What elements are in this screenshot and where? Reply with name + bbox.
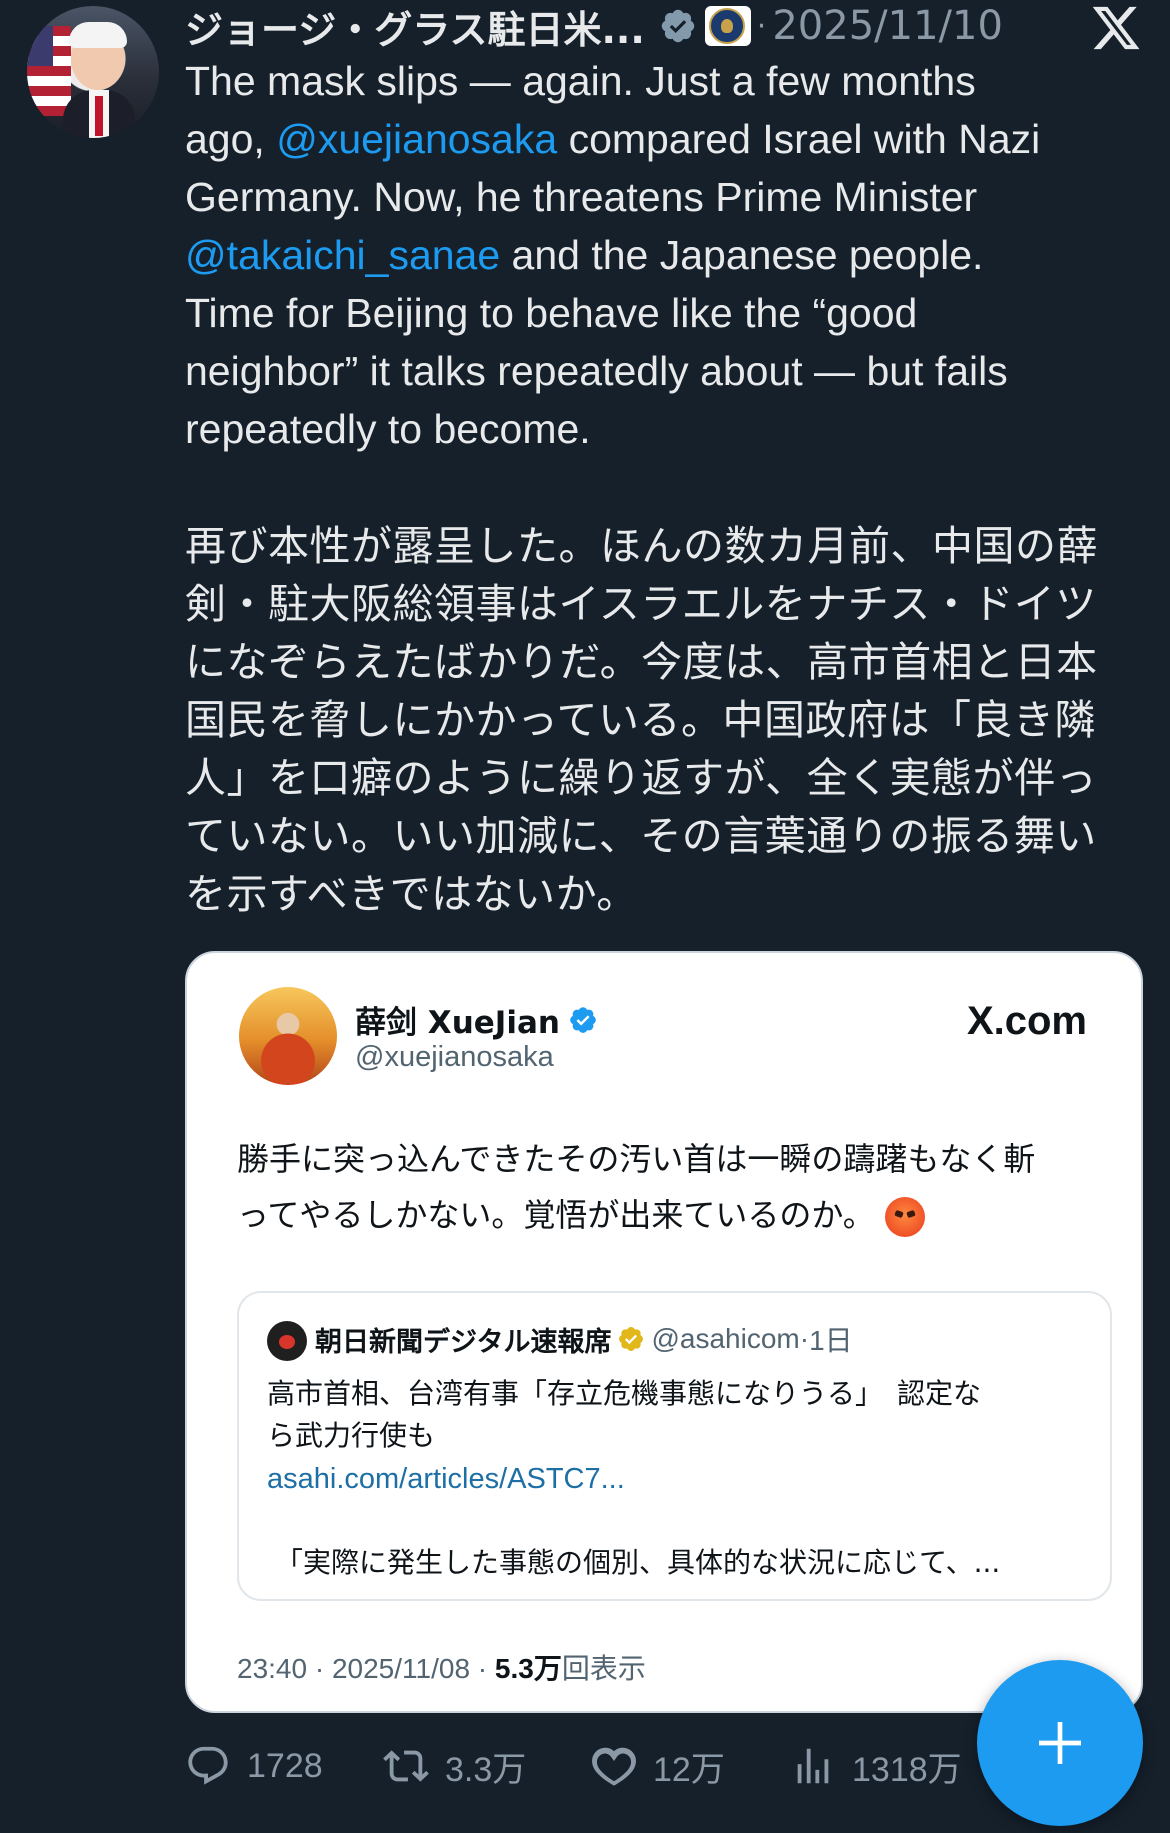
tweet-text-japanese: 再び本性が露呈した。ほんの数カ月前、中国の薛 剣・駐大阪総領事はイスラエルをナチ… <box>185 522 1098 918</box>
state-department-seal-icon <box>704 6 751 46</box>
embedded-meta-date: 2025/11/08 <box>331 1653 471 1684</box>
author-avatar[interactable] <box>27 6 159 138</box>
header-separator: · <box>756 8 767 44</box>
view-count: 1318万 <box>852 1750 962 1789</box>
repost-icon <box>383 1750 429 1782</box>
quoted-separator: · <box>799 1323 810 1354</box>
quoted-article-link: asahi.com/articles/ASTC7... <box>267 1463 625 1495</box>
like-count: 12万 <box>653 1750 725 1789</box>
embedded-image-card[interactable]: 薛剑 XueJian @xuejianosaka X.com 勝手に突っ込んでき… <box>185 951 1143 1713</box>
mention-takaichi-sanae[interactable]: @takaichi_sanae <box>185 232 500 278</box>
compose-plus-icon <box>1039 1722 1081 1764</box>
embedded-author-avatar <box>239 987 337 1085</box>
blue-verified-badge-icon <box>570 1006 596 1033</box>
xcom-logo: X.com <box>966 999 1087 1043</box>
tweet-date[interactable]: 2025/11/10 <box>772 3 1003 49</box>
author-name[interactable]: ジョージ・グラス駐日米... <box>185 0 645 54</box>
embedded-meta-time: 23:40 <box>237 1653 308 1684</box>
quoted-author-name: 朝日新聞デジタル速報席 <box>315 1326 612 1358</box>
quoted-author-handle: @asahicom <box>651 1323 800 1354</box>
repost-count: 3.3万 <box>445 1750 527 1789</box>
compose-button[interactable] <box>977 1660 1143 1826</box>
tweet-text-english: The mask slips — again. Just a few month… <box>185 52 1145 458</box>
x-logo-icon[interactable] <box>1090 2 1142 54</box>
embedded-meta-views-count: 5.3万 <box>494 1653 562 1684</box>
reply-button[interactable]: 1728 <box>185 1738 323 1794</box>
embedded-author-name-row: 薛剑 XueJian <box>355 997 598 1042</box>
embedded-author-name: 薛剑 XueJian <box>355 1005 560 1041</box>
embedded-tweet-meta: 23:40 · 2025/11/08 · 5.3万回表示 <box>237 1653 646 1684</box>
like-button[interactable]: 12万 <box>591 1738 725 1794</box>
mention-xuejianosaka[interactable]: @xuejianosaka <box>276 116 557 162</box>
gold-verified-badge-icon <box>619 1327 644 1351</box>
embedded-meta-views-label: 回表示 <box>561 1653 646 1684</box>
embedded-author-handle: @xuejianosaka <box>355 1041 554 1073</box>
repost-button[interactable]: 3.3万 <box>383 1738 526 1794</box>
verified-badge-icon <box>661 9 695 43</box>
views-icon <box>797 1748 829 1784</box>
views-button[interactable]: 1318万 <box>790 1738 962 1794</box>
tweet-header: ジョージ・グラス駐日米... · 2025/11/10 <box>185 0 1003 52</box>
like-icon <box>592 1747 636 1786</box>
quoted-article-excerpt: 「実際に発生した事態の個別、具体的な状況に応じて、... <box>275 1546 1001 1579</box>
reply-icon <box>188 1746 228 1785</box>
quoted-tweet-text: 高市首相、台湾有事「存立危機事態になりうる」 認定な ら武力行使も <box>267 1377 982 1452</box>
angry-face-icon <box>884 1197 925 1237</box>
quoted-time: 1日 <box>809 1325 853 1356</box>
quoted-author-avatar <box>267 1321 307 1361</box>
quoted-tweet-header: 朝日新聞デジタル速報席 @asahicom · 1日 <box>315 1319 853 1359</box>
quoted-tweet: 朝日新聞デジタル速報席 @asahicom · 1日 高市首相、台湾有事「存立危… <box>237 1291 1112 1601</box>
reply-count: 1728 <box>247 1746 323 1785</box>
embedded-tweet-text: 勝手に突っ込んできたその汚い首は一瞬の躊躇もなく斬 ってやるしかない。覚悟が出来… <box>237 1131 1117 1243</box>
